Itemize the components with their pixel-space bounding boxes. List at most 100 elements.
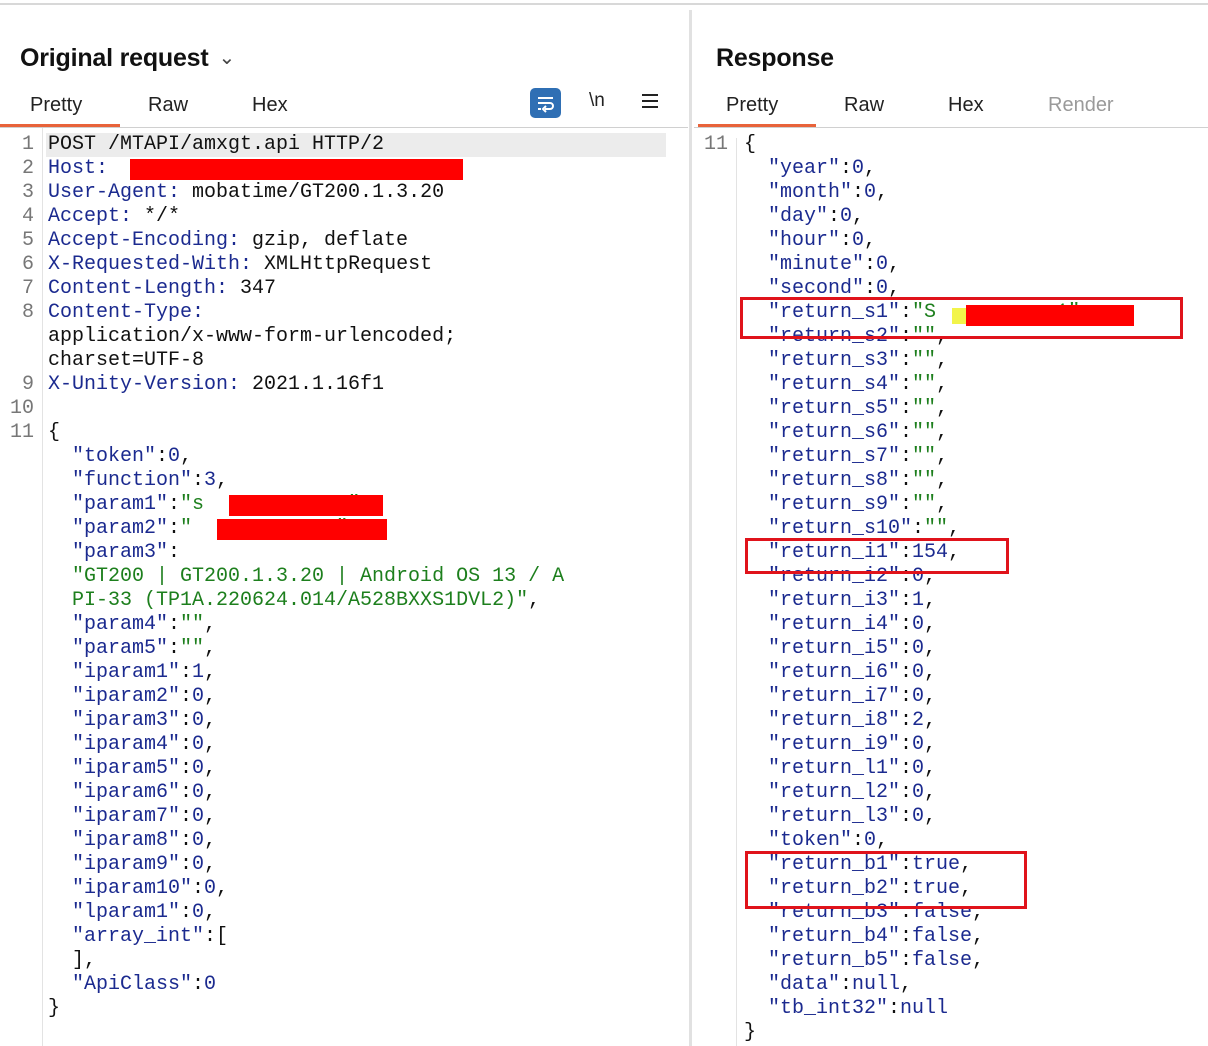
code-token: , [924, 637, 937, 660]
line-content: "lparam1":0, [48, 901, 216, 925]
word-wrap-icon[interactable] [530, 88, 561, 118]
line-number: 9 [21, 373, 34, 396]
response-tab-raw[interactable]: Raw [844, 94, 884, 117]
code-token: , [204, 901, 217, 924]
line-content: Accept: */* [48, 205, 180, 229]
code-token: : [900, 637, 913, 660]
code-token: , [216, 469, 229, 492]
code-token: , [204, 853, 217, 876]
code-token: , [180, 445, 193, 468]
line-content: Content-Length: 347 [48, 277, 276, 301]
line-content: "return_i8":2, [744, 709, 936, 733]
code-token: 0 [912, 757, 925, 780]
code-token: : [900, 685, 913, 708]
code-token: "return_i3" [744, 589, 901, 612]
code-token: 0 [912, 613, 925, 636]
code-token: Accept-Encoding: [48, 229, 241, 252]
code-token: , [948, 517, 961, 540]
line-content: { [744, 133, 756, 157]
line-content: application/x-www-form-urlencoded; [48, 325, 456, 349]
code-token: 0 [192, 733, 205, 756]
code-token: "ApiClass" [48, 973, 193, 996]
code-token: X-Requested-With: [48, 253, 253, 276]
line-content: "iparam5":0, [48, 757, 216, 781]
code-token: "return_i4" [744, 613, 901, 636]
code-token: "return_s3" [744, 349, 901, 372]
code-token: , [864, 157, 877, 180]
code-token: 0 [192, 805, 205, 828]
code-token: PI-33 (TP1A.220624.014/A528BXXS1DVL2)" [48, 589, 529, 612]
code-token: , [876, 181, 889, 204]
code-token: : [180, 829, 193, 852]
code-token: } [48, 997, 61, 1020]
line-content: "return_s7":"", [744, 445, 948, 469]
code-token: : [168, 637, 181, 660]
code-token: : [192, 469, 205, 492]
code-token: X-Unity-Version: [48, 373, 241, 396]
code-token: , [204, 805, 217, 828]
code-token: "" [180, 637, 205, 660]
code-token: "iparam2" [48, 685, 181, 708]
response-tab-rule [694, 127, 1208, 128]
response-tab-hex[interactable]: Hex [948, 94, 984, 117]
code-token: "return_s5" [744, 397, 901, 420]
code-token: : [180, 781, 193, 804]
code-token: Accept: [48, 205, 133, 228]
line-number: 1 [21, 133, 34, 156]
code-token: "iparam3" [48, 709, 181, 732]
code-token: "iparam1" [48, 661, 181, 684]
code-token: 0 [192, 829, 205, 852]
line-content: "return_s6":"", [744, 421, 948, 445]
line-content: "month":0, [744, 181, 888, 205]
code-token: 0 [852, 229, 865, 252]
code-token: 0 [852, 157, 865, 180]
request-tab-raw[interactable]: Raw [148, 94, 188, 117]
annotation-box-return-i1 [745, 538, 1009, 574]
line-content: "iparam6":0, [48, 781, 216, 805]
code-token: , [204, 709, 217, 732]
hamburger-menu-icon[interactable] [640, 88, 660, 118]
code-token: "param5" [48, 637, 169, 660]
code-token: "return_l1" [744, 757, 901, 780]
request-title-dropdown[interactable]: Original request ⌄ [20, 44, 235, 73]
code-token: "tb_int32" [744, 997, 889, 1020]
code-token: : [900, 589, 913, 612]
code-token: : [180, 709, 193, 732]
line-content: "minute":0, [744, 253, 900, 277]
code-token: , [936, 493, 949, 516]
code-token: : [900, 613, 913, 636]
code-token: 347 [228, 277, 277, 300]
code-token: "iparam4" [48, 733, 181, 756]
response-tab-pretty[interactable]: Pretty [726, 94, 778, 117]
code-token: : [900, 709, 913, 732]
request-tab-pretty[interactable]: Pretty [30, 94, 82, 117]
line-content: "return_s9":"", [744, 493, 948, 517]
pane-splitter[interactable] [689, 10, 692, 1046]
line-content: "iparam7":0, [48, 805, 216, 829]
code-token: "param3" [48, 541, 169, 564]
response-tab-render[interactable]: Render [1048, 94, 1114, 117]
line-content: "year":0, [744, 157, 876, 181]
newline-toggle[interactable]: \n [589, 90, 605, 112]
code-token: , [204, 685, 217, 708]
code-token: : [180, 901, 193, 924]
line-content: "token":0, [744, 829, 888, 853]
code-token: : [900, 445, 913, 468]
code-token: 0 [192, 685, 205, 708]
code-token: , [864, 229, 877, 252]
code-token: : [852, 181, 865, 204]
code-token: "return_i9" [744, 733, 901, 756]
code-token: Content-Type: [48, 301, 205, 324]
code-token: "" [912, 421, 937, 444]
code-token: 0 [192, 709, 205, 732]
line-content: "data":null, [744, 973, 912, 997]
request-tab-hex[interactable]: Hex [252, 94, 288, 117]
code-token: : [192, 973, 205, 996]
code-token: , [528, 589, 541, 612]
line-number: 11 [703, 133, 728, 156]
code-token: , [204, 733, 217, 756]
code-token: , [972, 949, 985, 972]
response-pane: Response Pretty Raw Hex Render 11 { "year… [694, 0, 1208, 1046]
line-content: "day":0, [744, 205, 864, 229]
code-token: : [168, 541, 181, 564]
